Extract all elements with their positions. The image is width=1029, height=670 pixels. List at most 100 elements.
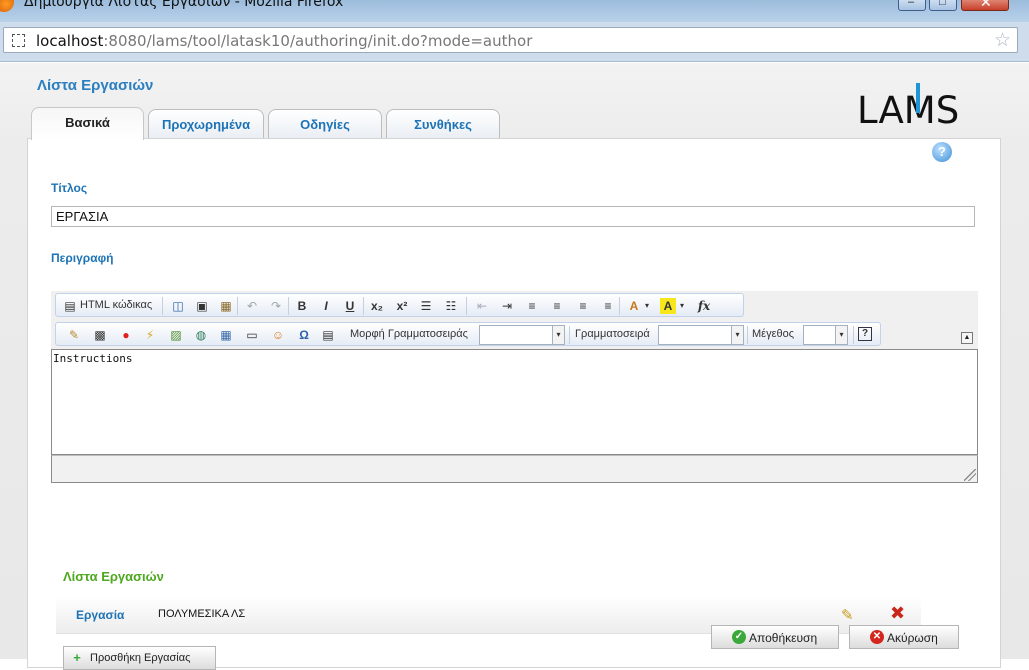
url-host: localhost (36, 32, 104, 50)
preview-icon[interactable]: ◫ (170, 298, 186, 314)
task-list-label: Λίστα Εργασιών (63, 569, 164, 584)
italic-icon[interactable]: I (318, 298, 334, 314)
toolbar-separator (363, 297, 364, 315)
help-icon[interactable]: ? (932, 142, 952, 162)
lams-logo: LAMS (857, 89, 959, 132)
save-button[interactable]: ✓ Αποθήκευση (711, 625, 839, 649)
editor-content[interactable]: Instructions (51, 349, 978, 455)
tab-conditions[interactable]: Συνθήκες (386, 109, 500, 139)
maximize-icon: □ (939, 0, 946, 8)
cancel-circle-icon: ✕ (870, 630, 884, 644)
justify-icon[interactable]: ≡ (600, 298, 616, 314)
bookmark-star-icon[interactable]: ☆ (994, 29, 1011, 52)
underline-icon[interactable]: U (342, 298, 358, 314)
editor-help-icon[interactable]: ? (858, 327, 872, 341)
font-format-select[interactable]: ▾ (479, 325, 565, 345)
toolbar-row-1: ▤ HTML κώδικας ◫ ▣ ▦ ↶ ↷ B I U x₂ x² ☰ ☷… (55, 293, 744, 317)
tab-advanced[interactable]: Προχωρημένα (148, 109, 264, 139)
toolbar-separator (466, 297, 467, 315)
edit-pencil-icon[interactable]: ✎ (841, 606, 854, 624)
special-char-icon[interactable]: Ω (296, 327, 312, 343)
url-text[interactable]: localhost:8080/lams/tool/latask10/author… (36, 32, 532, 50)
url-path: :8080/lams/tool/latask10/authoring/init.… (103, 32, 533, 50)
collapse-toolbar-icon[interactable]: ▲ (961, 332, 973, 344)
description-label: Περιγραφή (51, 251, 114, 265)
font-format-label: Μορφή Γραμματοσειράς (350, 328, 468, 340)
rich-text-editor: ▤ HTML κώδικας ◫ ▣ ▦ ↶ ↷ B I U x₂ x² ☰ ☷… (51, 291, 978, 548)
tab-instructions[interactable]: Οδηγίες (268, 109, 382, 139)
window-titlebar: Δημιουργία Λίστας Εργασιών - Mozilla Fir… (0, 0, 1029, 22)
undo-icon[interactable]: ↶ (244, 298, 260, 314)
align-center-icon[interactable]: ≡ (549, 298, 565, 314)
chevron-down-icon: ▾ (731, 326, 743, 344)
chevron-down-icon: ▾ (552, 326, 564, 344)
toolbar-separator (162, 297, 163, 315)
title-label: Τίτλος (51, 181, 88, 195)
bold-icon[interactable]: B (294, 298, 310, 314)
font-family-select[interactable]: ▾ (658, 325, 744, 345)
record-icon[interactable]: ● (118, 327, 134, 343)
minimize-icon: – (908, 0, 915, 8)
maximize-button[interactable]: □ (929, 0, 957, 11)
delete-icon[interactable]: ✖ (890, 603, 905, 624)
check-circle-icon: ✓ (732, 630, 746, 644)
redo-icon[interactable]: ↷ (268, 298, 284, 314)
close-window-button[interactable]: ✕ (961, 0, 1009, 11)
globe-icon[interactable]: ◍ (193, 327, 209, 343)
outdent-icon[interactable]: ⇤ (474, 298, 490, 314)
logo-prefix: LA (857, 89, 904, 132)
tab-basic[interactable]: Βασικά (31, 107, 144, 140)
toolbar-separator (853, 326, 854, 344)
page-icon (12, 34, 25, 47)
table-icon[interactable]: ▦ (218, 327, 234, 343)
logo-suffix: S (935, 89, 960, 132)
toolbar-separator (288, 297, 289, 315)
close-icon: ✕ (980, 0, 992, 10)
title-input[interactable] (51, 206, 975, 227)
add-task-label: Προσθήκη Εργασίας (90, 652, 191, 664)
font-family-label: Γραμματοσειρά (575, 328, 650, 340)
plus-icon: + (73, 650, 81, 665)
unordered-list-icon[interactable]: ☷ (443, 298, 459, 314)
align-right-icon[interactable]: ≡ (575, 298, 591, 314)
indent-icon[interactable]: ⇥ (499, 298, 515, 314)
page-break-icon[interactable]: ▤ (320, 327, 336, 343)
horizontal-rule-icon[interactable]: ▭ (244, 327, 260, 343)
formula-icon[interactable]: fx (696, 298, 712, 314)
film-icon[interactable]: ▩ (92, 327, 108, 343)
toolbar-separator (569, 326, 570, 344)
url-field[interactable]: localhost:8080/lams/tool/latask10/author… (3, 27, 1018, 53)
toolbar-separator (237, 297, 238, 315)
task-item-name: ΠΟΛΥΜΕΣΙΚΑ ΛΣ (158, 608, 246, 620)
toolbar-separator (619, 297, 620, 315)
align-left-icon[interactable]: ≡ (524, 298, 540, 314)
smiley-icon[interactable]: ☺ (270, 327, 286, 343)
image-icon[interactable]: ▨ (168, 327, 184, 343)
paste-icon[interactable]: ▦ (218, 298, 234, 314)
text-color-dropdown-icon[interactable]: ▾ (639, 298, 655, 314)
editor-status-bar (51, 455, 978, 483)
add-task-button[interactable]: + Προσθήκη Εργασίας (63, 646, 216, 670)
background-color-dropdown-icon[interactable]: ▾ (674, 298, 690, 314)
source-icon: ▤ (64, 299, 76, 313)
flash-icon[interactable]: ⚡ (142, 327, 158, 343)
navigation-bar: localhost:8080/lams/tool/latask10/author… (0, 22, 1029, 62)
resize-handle-icon[interactable] (964, 469, 976, 481)
firefox-icon (0, 0, 14, 12)
cancel-label: Ακύρωση (887, 631, 938, 645)
toolbar-separator (747, 326, 748, 344)
subscript-icon[interactable]: x₂ (369, 298, 385, 314)
cancel-button[interactable]: ✕ Ακύρωση (849, 625, 959, 649)
window-title: Δημιουργία Λίστας Εργασιών - Mozilla Fir… (24, 0, 344, 10)
page-content: Λίστα Εργασιών LAMS Βασικά Προχωρημένα Ο… (0, 63, 1029, 670)
logo-m: M (903, 89, 936, 132)
font-size-label: Μέγεθος (752, 328, 795, 340)
print-preview-icon[interactable]: ▣ (194, 298, 210, 314)
pencil-icon[interactable]: ✎ (66, 327, 82, 343)
editor-toolbar: ▤ HTML κώδικας ◫ ▣ ▦ ↶ ↷ B I U x₂ x² ☰ ☷… (51, 291, 978, 349)
html-source-button[interactable]: HTML κώδικας (80, 299, 152, 311)
superscript-icon[interactable]: x² (394, 298, 410, 314)
minimize-button[interactable]: – (898, 0, 926, 11)
font-size-select[interactable]: ▾ (803, 325, 848, 345)
ordered-list-icon[interactable]: ☰ (418, 298, 434, 314)
